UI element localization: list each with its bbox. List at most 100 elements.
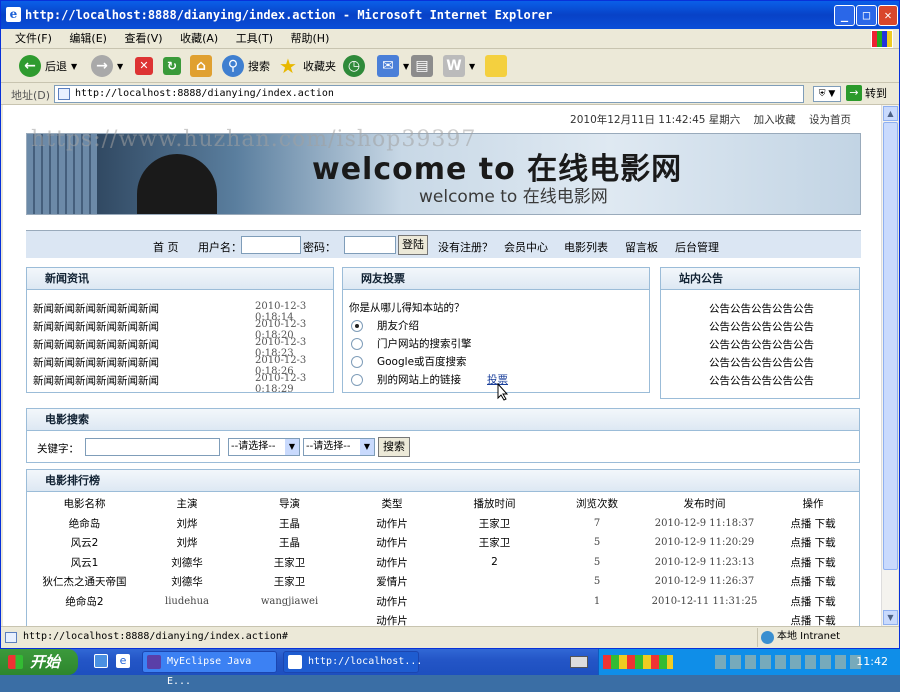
news-item[interactable]: 新闻新闻新闻新闻新闻新闻 2010-12-3 0:18:20 — [33, 319, 333, 341]
tray-icons-right[interactable] — [715, 655, 865, 669]
printer-icon: ▤ — [411, 55, 433, 77]
minimize-button[interactable]: _ — [834, 5, 855, 26]
search-select-2[interactable]: --请选择-- ▼ — [303, 438, 375, 456]
close-button[interactable]: ✕ — [878, 5, 898, 26]
tray-icons-left[interactable] — [603, 655, 673, 669]
keyboard-icon[interactable] — [570, 656, 588, 668]
address-input[interactable]: http://localhost:8888/dianying/index.act… — [54, 85, 804, 103]
keyword-input[interactable] — [85, 438, 220, 456]
username-input[interactable] — [241, 236, 301, 254]
menu-view[interactable]: 查看(V) — [124, 29, 162, 49]
menu-edit[interactable]: 编辑(E) — [69, 29, 107, 49]
vote-option[interactable]: 门户网站的搜索引擎 — [351, 336, 472, 351]
radio-button[interactable] — [351, 338, 363, 350]
edit-icon: W — [443, 55, 465, 77]
vote-option[interactable]: 别的网站上的链接 — [351, 372, 461, 387]
vote-option[interactable]: 朋友介绍 — [351, 318, 419, 333]
movie-list-link[interactable]: 电影列表 — [564, 239, 608, 255]
play-download-links[interactable]: 点播 下载 — [767, 611, 859, 626]
login-button[interactable]: 登陆 — [398, 235, 428, 255]
scroll-down-icon[interactable]: ▼ — [883, 610, 898, 625]
notes-button[interactable] — [485, 53, 507, 79]
scroll-up-icon[interactable]: ▲ — [883, 106, 898, 121]
member-center-link[interactable]: 会员中心 — [504, 239, 548, 255]
notice-item[interactable]: 公告公告公告公告公告 — [709, 337, 814, 352]
chevron-down-icon: ▼ — [285, 439, 299, 455]
radio-button[interactable] — [351, 320, 363, 332]
add-favorite-link[interactable]: 加入收藏 — [754, 114, 796, 126]
address-bar: 地址(D) http://localhost:8888/dianying/ind… — [1, 83, 899, 105]
ie-quicklaunch-icon[interactable]: e — [116, 654, 130, 668]
news-item[interactable]: 新闻新闻新闻新闻新闻新闻 2010-12-3 0:18:29 — [33, 373, 333, 395]
admin-link[interactable]: 后台管理 — [675, 239, 719, 255]
datetime: 2010年12月11日 11:42:45 星期六 — [570, 114, 741, 126]
status-bar: http://localhost:8888/dianying/index.act… — [1, 626, 899, 648]
play-download-links[interactable]: 点播 下载 — [767, 572, 859, 592]
maximize-button[interactable]: □ — [856, 5, 877, 26]
go-button[interactable]: → 转到 — [846, 85, 887, 101]
set-home-link[interactable]: 设为首页 — [809, 114, 851, 126]
menu-help[interactable]: 帮助(H) — [291, 29, 330, 49]
play-download-links[interactable]: 点播 下载 — [767, 553, 859, 573]
forward-button[interactable]: → ▼ — [91, 53, 123, 79]
home-button[interactable]: ⌂ — [190, 53, 212, 79]
page-content: 2010年12月11日 11:42:45 星期六 加入收藏 设为首页 welco… — [3, 105, 881, 626]
history-button[interactable]: ◷ — [343, 53, 365, 79]
menu-tools[interactable]: 工具(T) — [236, 29, 273, 49]
security-dropdown[interactable]: ⛨ ▼ — [813, 86, 841, 102]
notice-title: 站内公告 — [661, 268, 859, 290]
vertical-scrollbar[interactable]: ▲ ▼ — [881, 105, 898, 626]
chevron-down-icon: ▼ — [360, 439, 374, 455]
password-input[interactable] — [344, 236, 396, 254]
mail-button[interactable]: ✉ ▼ — [377, 53, 409, 79]
banner-subtitle: welcome to 在线电影网 — [419, 187, 608, 207]
notice-item[interactable]: 公告公告公告公告公告 — [709, 301, 814, 316]
stop-button[interactable]: ✕ — [135, 53, 153, 79]
news-item[interactable]: 新闻新闻新闻新闻新闻新闻 2010-12-3 0:18:14 — [33, 301, 333, 323]
home-icon: ⌂ — [190, 55, 212, 77]
notice-item[interactable]: 公告公告公告公告公告 — [709, 319, 814, 334]
col-header: 类型 — [381, 498, 403, 511]
keyword-label: 关键字： — [37, 443, 79, 455]
edit-button[interactable]: W ▼ — [443, 53, 475, 79]
print-button[interactable]: ▤ — [411, 53, 433, 79]
mouse-cursor-icon — [497, 383, 509, 401]
play-download-links[interactable]: 点播 下载 — [767, 592, 859, 612]
search-icon: ⚲ — [222, 55, 244, 77]
taskbar-item-myeclipse[interactable]: MyEclipse Java E... — [142, 651, 277, 687]
search-submit-button[interactable]: 搜索 — [378, 437, 410, 457]
col-header: 浏览次数 — [576, 498, 618, 511]
back-button[interactable]: ← 后退 ▼ — [19, 53, 77, 79]
address-label: 地址(D) — [11, 89, 51, 102]
search-select-1[interactable]: --请选择-- ▼ — [228, 438, 300, 456]
star-icon: ★ — [279, 54, 297, 78]
table-row: 绝命岛 刘烨 王晶 动作片 王家卫 7 2010-12-9 11:18:37 点播 下载 — [27, 514, 859, 534]
menu-favorites[interactable]: 收藏(A) — [180, 29, 218, 49]
radio-button[interactable] — [351, 356, 363, 368]
play-download-links[interactable]: 点播 下载 — [767, 514, 859, 534]
vote-option[interactable]: Google或百度搜索 — [351, 354, 467, 369]
favorites-button[interactable]: ★ 收藏夹 — [277, 53, 336, 79]
start-button[interactable]: 开始 — [0, 649, 78, 675]
radio-button[interactable] — [351, 374, 363, 386]
guestbook-link[interactable]: 留言板 — [625, 239, 658, 255]
ie-window: e http://localhost:8888/dianying/index.a… — [0, 0, 900, 649]
search-button[interactable]: ⚲ 搜索 — [222, 53, 270, 79]
title-bar[interactable]: e http://localhost:8888/dianying/index.a… — [1, 1, 899, 29]
news-panel: 新闻资讯 新闻新闻新闻新闻新闻新闻 2010-12-3 0:18:14 新闻新闻新… — [26, 267, 334, 395]
nav-home[interactable]: 首 页 — [153, 239, 179, 255]
register-link[interactable]: 没有注册？ — [438, 239, 493, 255]
refresh-button[interactable]: ↻ — [163, 53, 181, 79]
scroll-thumb[interactable] — [883, 122, 898, 570]
notice-item[interactable]: 公告公告公告公告公告 — [709, 355, 814, 370]
show-desktop-icon[interactable] — [94, 654, 108, 668]
notice-item[interactable]: 公告公告公告公告公告 — [709, 373, 814, 388]
play-download-links[interactable]: 点播 下载 — [767, 533, 859, 553]
col-header: 播放时间 — [473, 498, 516, 511]
news-item[interactable]: 新闻新闻新闻新闻新闻新闻 2010-12-3 0:18:23 — [33, 337, 333, 359]
taskbar-item-ie[interactable]: http://localhost... — [283, 651, 422, 673]
ie-icon — [288, 655, 302, 669]
forward-arrow-icon: → — [91, 55, 113, 77]
news-item[interactable]: 新闻新闻新闻新闻新闻新闻 2010-12-3 0:18:26 — [33, 355, 333, 377]
menu-file[interactable]: 文件(F) — [15, 29, 52, 49]
